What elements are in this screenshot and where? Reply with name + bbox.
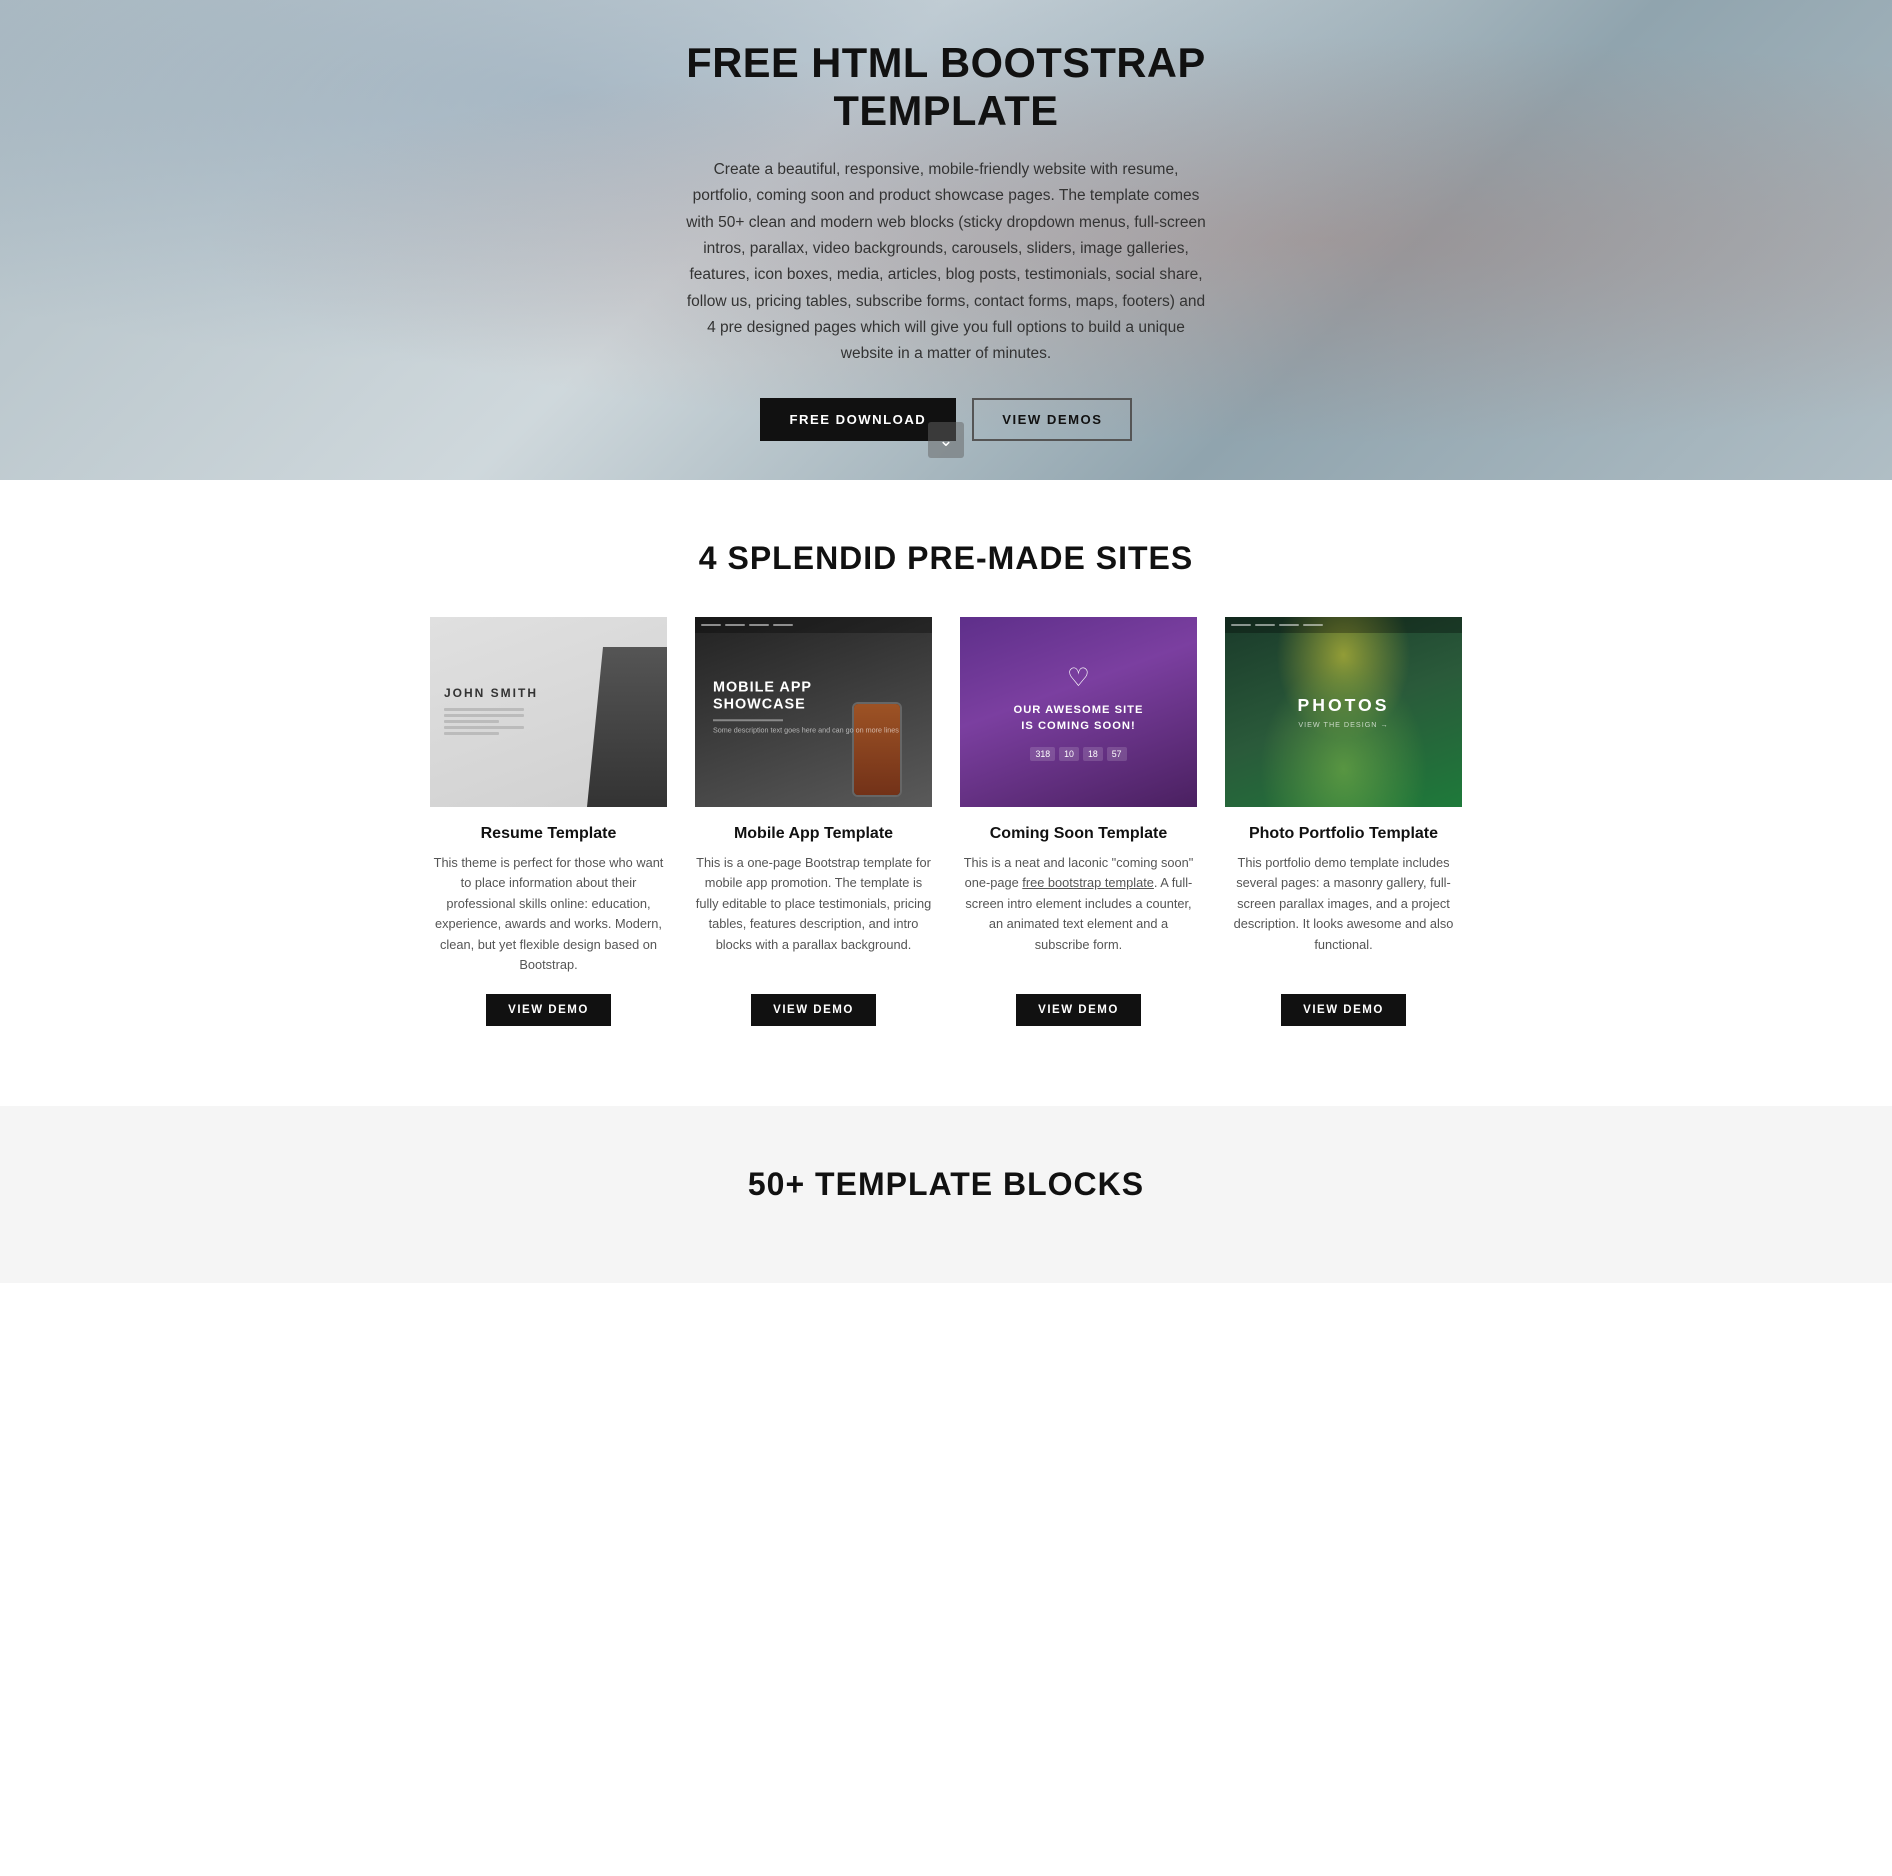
resume-person-image: [587, 647, 667, 807]
premade-sites-section: 4 SPLENDID PRE-MADE SITES JOHN SMITH: [0, 480, 1892, 1106]
counter-minutes: 18: [1083, 747, 1103, 761]
premade-section-title: 4 SPLENDID PRE-MADE SITES: [416, 540, 1476, 577]
mobile-view-demo-button[interactable]: VIEW DEMO: [751, 994, 876, 1026]
counter-hours: 10: [1059, 747, 1079, 761]
coming-soon-card-desc: This is a neat and laconic "coming soon"…: [960, 853, 1197, 976]
photo-portfolio-card-title: Photo Portfolio Template: [1249, 825, 1438, 843]
coming-soon-text: OUR AWESOME SITEIS COMING SOON!: [1014, 703, 1144, 734]
coming-soon-thumbnail: ♡ OUR AWESOME SITEIS COMING SOON! 318 10…: [960, 617, 1197, 807]
mobile-app-subtitle: Some description text goes here and can …: [713, 725, 899, 734]
countdown-counter: 318 10 18 57: [1030, 747, 1126, 761]
scroll-down-button[interactable]: ⌄: [928, 422, 964, 458]
hero-description: Create a beautiful, responsive, mobile-f…: [686, 157, 1206, 368]
mobile-card-title: Mobile App Template: [734, 825, 893, 843]
hero-title: FREE HTML BOOTSTRAP TEMPLATE: [686, 39, 1206, 135]
coming-soon-card-title: Coming Soon Template: [990, 825, 1167, 843]
photo-navbar: [1225, 617, 1462, 633]
photo-portfolio-view-demo-button[interactable]: VIEW DEMO: [1281, 994, 1406, 1026]
card-mobile-app: MOBILE APPSHOWCASE Some description text…: [681, 617, 946, 1056]
counter-days: 318: [1030, 747, 1055, 761]
coming-soon-view-demo-button[interactable]: VIEW DEMO: [1016, 994, 1141, 1026]
resume-line-2: [444, 714, 524, 717]
card-coming-soon: ♡ OUR AWESOME SITEIS COMING SOON! 318 10…: [946, 617, 1211, 1056]
heart-icon: ♡: [1067, 663, 1090, 693]
hero-section: FREE HTML BOOTSTRAP TEMPLATE Create a be…: [0, 0, 1892, 480]
photos-label: PHOTOS: [1298, 695, 1390, 716]
mobile-card-desc: This is a one-page Bootstrap template fo…: [695, 853, 932, 976]
chevron-down-icon: ⌄: [939, 430, 954, 451]
cards-row: JOHN SMITH Resume Template This theme is…: [416, 617, 1476, 1056]
resume-line-4: [444, 726, 524, 729]
mobile-thumbnail: MOBILE APPSHOWCASE Some description text…: [695, 617, 932, 807]
resume-card-desc: This theme is perfect for those who want…: [430, 853, 667, 976]
resume-card-title: Resume Template: [481, 825, 617, 843]
free-bootstrap-link[interactable]: free bootstrap template: [1022, 875, 1154, 890]
resume-name-label: JOHN SMITH: [444, 686, 538, 700]
photo-view-design: VIEW THE DESIGN →: [1298, 720, 1388, 729]
photo-portfolio-card-desc: This portfolio demo template includes se…: [1225, 853, 1462, 976]
resume-view-demo-button[interactable]: VIEW DEMO: [486, 994, 611, 1026]
resume-line-5: [444, 732, 499, 735]
mobile-navbar: [695, 617, 932, 633]
blocks-section-title: 50+ TEMPLATE BLOCKS: [416, 1166, 1476, 1203]
card-photo-portfolio: PHOTOS VIEW THE DESIGN → Photo Portfolio…: [1211, 617, 1476, 1056]
resume-line-1: [444, 708, 524, 711]
counter-seconds: 57: [1107, 747, 1127, 761]
resume-thumbnail: JOHN SMITH: [430, 617, 667, 807]
mobile-app-title: MOBILE APPSHOWCASE: [713, 679, 899, 714]
card-resume: JOHN SMITH Resume Template This theme is…: [416, 617, 681, 1056]
template-blocks-section: 50+ TEMPLATE BLOCKS: [0, 1106, 1892, 1283]
resume-line-3: [444, 720, 499, 723]
view-demos-button[interactable]: VIEW DEMOS: [972, 398, 1132, 441]
photo-portfolio-thumbnail: PHOTOS VIEW THE DESIGN →: [1225, 617, 1462, 807]
free-download-button[interactable]: FREE DOWNLOAD: [760, 398, 957, 441]
